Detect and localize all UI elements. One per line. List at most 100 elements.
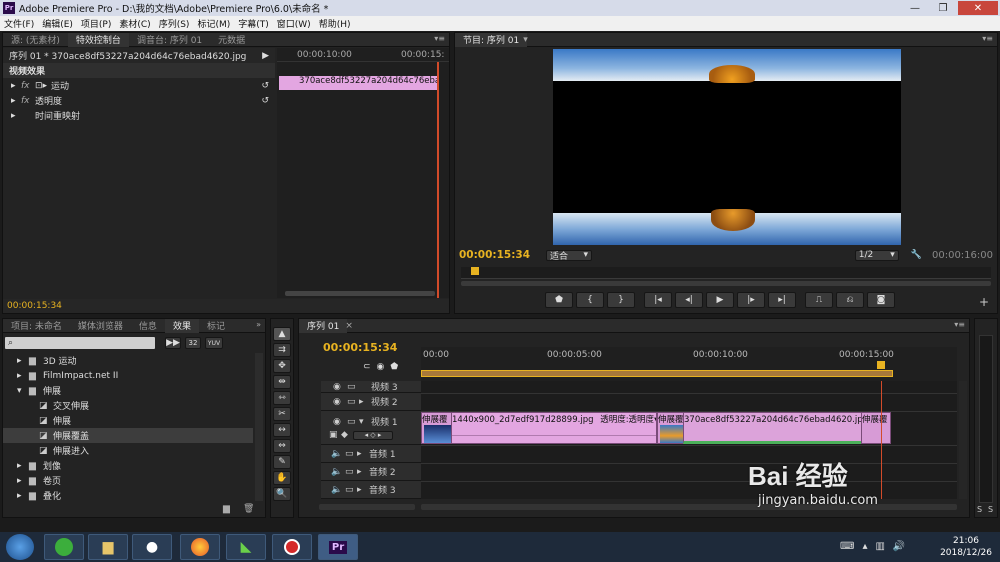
tab-metadata[interactable]: 元数据 (210, 33, 253, 47)
keyframe-nav-buttons[interactable]: ◂ ◇ ▸ (353, 430, 393, 440)
tree-item-stretch[interactable]: ◪ 伸展 (3, 413, 253, 428)
lock-icon[interactable]: ▭ (345, 485, 357, 495)
mark-out-button[interactable]: } (607, 292, 635, 308)
menu-edit[interactable]: 编辑(E) (38, 17, 77, 30)
timeline-ruler[interactable]: 00:00 00:00:05:00 00:00:10:00 00:00:15:0… (421, 347, 957, 381)
disclosure-open-icon[interactable]: ▾ (17, 386, 29, 396)
speaker-icon[interactable]: 🔈 (331, 467, 345, 477)
taskbar-app-camtasia[interactable]: ◣ (226, 534, 266, 560)
tab-effect-controls[interactable]: 特效控制台 (67, 32, 129, 47)
menu-sequence[interactable]: 序列(S) (155, 17, 194, 30)
lock-icon[interactable]: ▭ (347, 417, 359, 427)
slide-tool[interactable]: ⇔ (273, 439, 291, 453)
tab-sequence-01[interactable]: 序列 01 (299, 318, 348, 333)
step-back-button[interactable]: ◂| (675, 292, 703, 308)
disclosure-triangle-icon[interactable]: ▸ (17, 491, 29, 501)
tab-audio-mixer[interactable]: 调音台: 序列 01 (129, 33, 210, 47)
slip-tool[interactable]: ↔ (273, 423, 291, 437)
work-area-bar[interactable] (421, 370, 893, 377)
lock-icon[interactable]: ▭ (345, 449, 357, 459)
tab-media-browser[interactable]: 媒体浏览器 (70, 319, 131, 333)
ec-timecode[interactable]: 00:00:15:34 (7, 301, 62, 311)
chevron-down-icon[interactable]: ▾ (523, 35, 528, 45)
rolling-edit-tool[interactable]: ⇹ (273, 375, 291, 389)
track-header-audio-1[interactable]: 🔈 ▭ ▸ 音频 1 (321, 445, 421, 463)
transition-clip[interactable]: 伸展覆 (861, 412, 891, 444)
tree-item-filmimpact[interactable]: ▸ ▆ FilmImpact.net II (3, 368, 253, 383)
solo-right-button[interactable]: S (988, 505, 993, 514)
close-button[interactable]: ✕ (958, 1, 998, 15)
taskbar-app-firefox[interactable] (180, 534, 220, 560)
timeline-timecode[interactable]: 00:00:15:34 (323, 341, 397, 354)
lock-icon[interactable]: ▭ (347, 397, 359, 407)
timeline-vertical-scrollbar[interactable] (959, 381, 967, 499)
expand-arrow-icon[interactable]: ▶ (262, 51, 269, 61)
play-button[interactable]: ▶ (706, 292, 734, 308)
tab-project[interactable]: 项目: 未命名 (3, 319, 70, 333)
program-zoom-scrollbar[interactable] (461, 281, 991, 286)
reset-icon[interactable]: ↺ (261, 81, 269, 91)
extract-button[interactable]: ⎌ (836, 292, 864, 308)
eye-icon[interactable]: ◉ (333, 397, 347, 407)
video-clip-370ace[interactable]: 370ace8df53227a204d64c76ebad4620.jpg 透 (683, 412, 863, 444)
menu-window[interactable]: 窗口(W) (273, 17, 315, 30)
export-frame-button[interactable]: ◙ (867, 292, 895, 308)
razor-tool[interactable]: ✂ (273, 407, 291, 421)
maximize-button[interactable]: ❐ (930, 1, 956, 15)
lock-icon[interactable]: ▭ (347, 382, 359, 392)
disclosure-triangle-icon[interactable]: ▸ (17, 476, 29, 486)
track-header-video-2[interactable]: ◉ ▭ ▸ 视频 2 (321, 393, 421, 411)
ripple-edit-tool[interactable]: ✥ (273, 359, 291, 373)
ec-scrollbar[interactable] (285, 291, 435, 296)
disclosure-triangle-icon[interactable]: ▸ (357, 449, 369, 459)
tree-item-stretch-in[interactable]: ◪ 伸展进入 (3, 443, 253, 458)
video-clip-1440x900[interactable]: 1440x900_2d7edf917d28899.jpg 透明度:透明度▾ (451, 412, 657, 444)
program-playhead-icon[interactable] (471, 267, 479, 275)
fx-toggle-icon[interactable]: fx (21, 81, 35, 91)
menu-help[interactable]: 帮助(H) (315, 17, 355, 30)
fx-toggle-icon[interactable]: fx (21, 96, 35, 106)
lift-button[interactable]: ⎍ (805, 292, 833, 308)
disclosure-triangle-icon[interactable]: ▸ (11, 81, 21, 91)
menu-file[interactable]: 文件(F) (0, 17, 38, 30)
panel-menu-icon[interactable]: » (256, 320, 261, 329)
selection-tool[interactable]: ▲ (273, 327, 291, 341)
wrench-icon[interactable]: 🔧 (911, 250, 922, 260)
tab-info[interactable]: 信息 (131, 319, 165, 333)
keyboard-icon[interactable]: ⌨ (840, 541, 854, 552)
program-time-ruler[interactable] (461, 267, 991, 279)
panel-menu-icon[interactable]: ▾≡ (434, 34, 445, 43)
fit-dropdown[interactable]: 适合 ▾ (546, 249, 593, 262)
go-to-out-button[interactable]: ▸| (768, 292, 796, 308)
program-timecode[interactable]: 00:00:15:34 (459, 249, 530, 261)
disclosure-triangle-icon[interactable]: ▸ (357, 485, 369, 495)
effects-scrollbar[interactable] (255, 353, 263, 501)
tree-item-cross-stretch[interactable]: ◪ 交叉伸展 (3, 398, 253, 413)
ec-clip-bar[interactable]: 370ace8df53227a204d64c76ebad (279, 76, 439, 90)
track-header-audio-2[interactable]: 🔈 ▭ ▸ 音频 2 (321, 463, 421, 481)
ec-playhead[interactable] (437, 62, 439, 298)
clock[interactable]: 21:06 2018/12/26 (936, 535, 996, 559)
tab-effects[interactable]: 效果 (164, 318, 199, 333)
menu-marker[interactable]: 标记(M) (193, 17, 234, 30)
step-forward-button[interactable]: |▸ (737, 292, 765, 308)
disclosure-triangle-icon[interactable]: ▸ (17, 461, 29, 471)
lock-icon[interactable]: ▭ (345, 467, 357, 477)
tab-markers[interactable]: 标记 (199, 319, 233, 333)
zoom-tool[interactable]: 🔍 (273, 487, 291, 501)
hand-tool[interactable]: ✋ (273, 471, 291, 485)
disclosure-triangle-icon[interactable]: ▸ (17, 371, 29, 381)
timeline-playhead-head[interactable] (877, 361, 885, 369)
yuv-effects-icon[interactable]: YUV (205, 337, 223, 349)
menu-project[interactable]: 项目(P) (77, 17, 115, 30)
tree-item-dissolve[interactable]: ▸ ▆ 叠化 (3, 488, 253, 503)
panel-menu-icon[interactable]: ▾≡ (954, 320, 965, 329)
speaker-icon[interactable]: 🔈 (331, 449, 345, 459)
tree-item-page-peel[interactable]: ▸ ▆ 卷页 (3, 473, 253, 488)
effect-row-time-remap[interactable]: ▸ 时间重映射 (3, 108, 275, 123)
keyframe-icon[interactable]: ◆ (341, 430, 353, 440)
marker-button[interactable]: ⬟ (545, 292, 573, 308)
minimize-button[interactable]: — (902, 1, 928, 15)
add-button-icon[interactable]: + (979, 295, 989, 309)
track-header-video-1[interactable]: ◉ ▭ ▾ 视频 1 ▣ ◆ ◂ ◇ ▸ (321, 411, 421, 445)
